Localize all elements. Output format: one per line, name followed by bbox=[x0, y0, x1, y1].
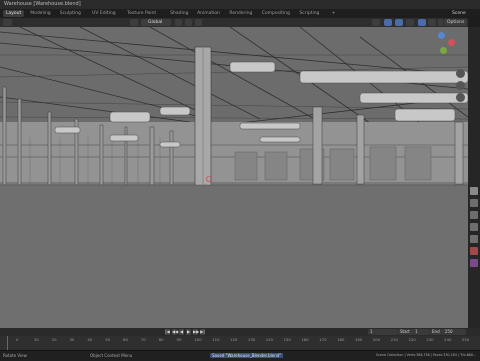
transform-orientation-dropdown[interactable]: Global bbox=[141, 19, 171, 26]
camera-view-icon[interactable] bbox=[456, 93, 465, 102]
world-properties-icon[interactable] bbox=[470, 247, 478, 255]
snap-icon[interactable] bbox=[185, 19, 192, 26]
window-title: Warehouse [Warehouse.blend] bbox=[4, 1, 81, 7]
current-frame-field[interactable]: 1 bbox=[368, 329, 398, 335]
scene-statistics: Scene Collection | Verts:386,756 | Faces… bbox=[376, 353, 477, 357]
end-frame-value: 250 bbox=[444, 329, 453, 334]
frame-tick-label: 230 bbox=[426, 337, 434, 342]
pan-icon[interactable] bbox=[456, 81, 465, 90]
object-mode-icon[interactable] bbox=[130, 19, 138, 26]
frame-tick-label: 220 bbox=[408, 337, 416, 342]
workspace-tab[interactable]: Modeling bbox=[27, 10, 53, 17]
frame-tick-label: 10 bbox=[33, 337, 39, 342]
jump-start-icon[interactable]: |◀ bbox=[165, 329, 170, 335]
workspace-tab[interactable]: Sculpting bbox=[57, 10, 84, 17]
play-reverse-icon[interactable]: ◀ bbox=[179, 329, 184, 335]
next-keyframe-icon[interactable]: ▶▶ bbox=[193, 329, 199, 335]
workspace-tab[interactable]: UV Editing bbox=[89, 10, 118, 17]
frame-tick-label: 60 bbox=[123, 337, 128, 342]
editor-type-button[interactable] bbox=[3, 19, 12, 26]
z-axis-icon[interactable] bbox=[438, 32, 445, 39]
material-properties-icon[interactable] bbox=[470, 259, 478, 267]
frame-tick-label: 250 bbox=[462, 337, 470, 342]
status-middle-hint: Object Context Menu bbox=[90, 353, 133, 358]
start-frame-field[interactable]: Start 1 bbox=[398, 329, 430, 335]
timeline-header: |◀ ◀◀ ◀ ▶ ▶▶ ▶| 1 Start 1 End 250 bbox=[0, 328, 480, 336]
workspace-tab[interactable]: Shading bbox=[167, 10, 191, 17]
frame-tick-label: 240 bbox=[444, 337, 452, 342]
frame-tick-label: 70 bbox=[140, 337, 146, 342]
saved-message: Saved "Warehouse_Blender.blend" bbox=[210, 353, 284, 358]
material-shading-icon[interactable] bbox=[428, 19, 436, 26]
frame-tick-label: 50 bbox=[105, 337, 111, 342]
workspace-tab[interactable]: Layout bbox=[3, 10, 25, 17]
frame-tick-label: 210 bbox=[390, 337, 398, 342]
timeline-ruler[interactable]: 0 10 20 30 40 50 60 70 80 90 100 110 120 130 140 150 160… bbox=[0, 336, 480, 350]
frame-tick-label: 20 bbox=[51, 337, 57, 342]
status-bar: Rotate View Object Context Menu Saved "W… bbox=[0, 350, 480, 361]
frame-tick-label: 170 bbox=[319, 337, 327, 342]
workspace-tab[interactable]: Animation bbox=[194, 10, 223, 17]
workspace-tab[interactable]: Scripting bbox=[296, 10, 322, 17]
title-bar: Warehouse [Warehouse.blend] bbox=[0, 0, 480, 9]
status-left-hint: Rotate View bbox=[3, 353, 27, 358]
workspace-tab[interactable]: Compositing bbox=[259, 10, 293, 17]
frame-tick-label: 40 bbox=[87, 337, 93, 342]
proportional-icon[interactable] bbox=[195, 19, 202, 26]
playhead[interactable] bbox=[7, 336, 8, 350]
frame-tick-label: 30 bbox=[69, 337, 75, 342]
rendered-shading-icon[interactable] bbox=[438, 19, 443, 26]
visibility-icon[interactable] bbox=[372, 19, 380, 26]
scene-properties-icon[interactable] bbox=[470, 235, 478, 243]
frame-tick-label: 180 bbox=[337, 337, 345, 342]
play-icon[interactable]: ▶ bbox=[186, 329, 191, 335]
tool-properties-icon[interactable] bbox=[470, 187, 478, 195]
pivot-icon[interactable] bbox=[175, 19, 182, 26]
frame-tick-label: 190 bbox=[354, 337, 363, 342]
frame-tick-label: 100 bbox=[194, 337, 202, 342]
output-properties-icon[interactable] bbox=[470, 211, 478, 219]
frame-tick-label: 140 bbox=[265, 337, 273, 342]
end-frame-label: End bbox=[432, 329, 440, 334]
jump-end-icon[interactable]: ▶| bbox=[200, 329, 205, 335]
workspace-tab[interactable]: Texture Paint bbox=[124, 10, 159, 17]
xray-icon[interactable] bbox=[406, 19, 414, 26]
options-dropdown[interactable]: Options bbox=[444, 19, 468, 26]
frame-tick-label: 120 bbox=[230, 337, 238, 342]
overlay-toggle-icon[interactable] bbox=[395, 19, 403, 26]
frame-tick-label: 110 bbox=[212, 337, 220, 342]
3d-viewport[interactable] bbox=[0, 27, 468, 328]
workspace-bar: Layout Modeling Sculpting UV Editing Texture… bbox=[0, 9, 480, 18]
frame-tick-label: 160 bbox=[301, 337, 309, 342]
end-frame-field[interactable]: End 250 bbox=[430, 329, 466, 335]
start-frame-label: Start bbox=[400, 329, 410, 334]
gizmo-toggle-icon[interactable] bbox=[384, 19, 392, 26]
workspace-tab[interactable]: Rendering bbox=[226, 10, 255, 17]
x-axis-icon[interactable] bbox=[448, 39, 455, 46]
warehouse-scene bbox=[0, 27, 468, 328]
frame-tick-label: 200 bbox=[372, 337, 381, 342]
workspace-tab[interactable]: + bbox=[329, 10, 339, 17]
prev-keyframe-icon[interactable]: ◀◀ bbox=[172, 329, 178, 335]
view-layer-properties-icon[interactable] bbox=[470, 223, 478, 231]
solid-shading-icon[interactable] bbox=[418, 19, 426, 26]
frame-tick-label: 130 bbox=[247, 337, 256, 342]
frame-tick-label: 150 bbox=[283, 337, 291, 342]
frame-tick-label: 90 bbox=[176, 337, 182, 342]
frame-tick-label: 0 bbox=[16, 337, 19, 342]
scene-selector[interactable]: Scene bbox=[452, 10, 466, 17]
properties-tab-strip bbox=[468, 27, 480, 328]
frame-tick-label: 80 bbox=[158, 337, 164, 342]
start-frame-value: 1 bbox=[415, 329, 418, 334]
transform-orientation-label: Global bbox=[148, 20, 163, 25]
zoom-icon[interactable] bbox=[456, 69, 465, 78]
y-axis-icon[interactable] bbox=[440, 47, 447, 54]
render-properties-icon[interactable] bbox=[470, 199, 478, 207]
